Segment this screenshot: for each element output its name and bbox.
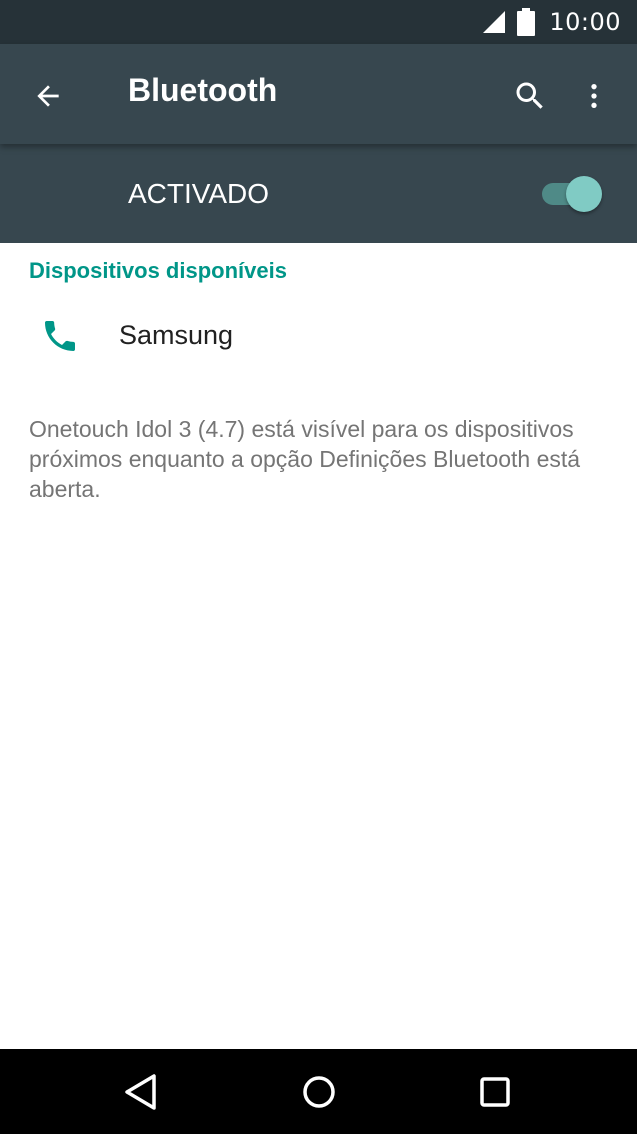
circle-home-icon (303, 1076, 335, 1108)
bluetooth-toggle[interactable] (540, 174, 604, 214)
switch-label: ACTIVADO (128, 178, 270, 209)
more-vert-icon (591, 84, 597, 108)
nav-home-button[interactable] (294, 1067, 344, 1117)
arrow-left-icon (37, 85, 59, 107)
page-title: Bluetooth (128, 72, 278, 108)
phone-icon (45, 321, 75, 351)
battery-icon (517, 8, 536, 36)
toggle-thumb (566, 176, 602, 212)
status-bar: 10:00 (0, 0, 637, 44)
back-button[interactable] (22, 70, 74, 122)
visibility-info-text: Onetouch Idol 3 (4.7) está visível para … (29, 416, 581, 502)
list-item[interactable]: Samsung (0, 296, 637, 376)
more-options-button[interactable] (570, 70, 618, 122)
device-name: Samsung (119, 320, 234, 350)
search-icon (516, 82, 543, 109)
status-time: 10:00 (549, 8, 621, 36)
search-button[interactable] (504, 70, 556, 122)
signal-icon (483, 11, 506, 33)
nav-recent-apps-button[interactable] (470, 1067, 520, 1117)
nav-back-button[interactable] (116, 1067, 166, 1117)
square-recents-icon (480, 1077, 510, 1107)
available-devices-header: Dispositivos disponíveis (29, 258, 287, 283)
bluetooth-settings-screen: 10:00 Bluetooth ACTIVADO Dispositivos di… (0, 0, 637, 1134)
triangle-back-icon (125, 1074, 156, 1110)
toolbar: Bluetooth (0, 44, 637, 144)
bluetooth-switch-bar[interactable]: ACTIVADO (0, 144, 637, 243)
navigation-bar (0, 1049, 637, 1134)
